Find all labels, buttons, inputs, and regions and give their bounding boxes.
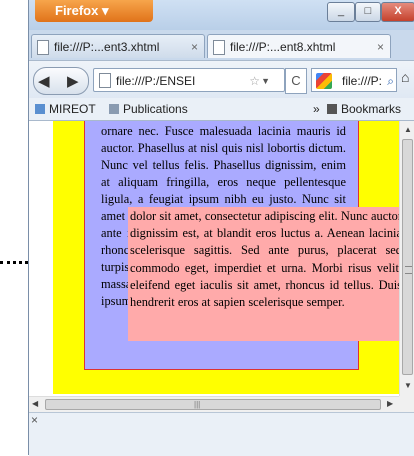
grip-icon	[405, 266, 412, 274]
title-bar: Firefox ▾ _ □ X	[29, 0, 414, 30]
bookmark-publications[interactable]: Publications	[109, 98, 188, 120]
vertical-scroll-thumb[interactable]	[402, 139, 413, 375]
scroll-right-icon[interactable]: ▶	[387, 399, 393, 408]
dropdown-arrow-icon[interactable]: ▼	[261, 69, 270, 91]
tab-close-icon[interactable]: ×	[191, 35, 198, 58]
search-engine-icon[interactable]	[316, 73, 332, 89]
search-icon[interactable]: ⌕	[387, 69, 394, 91]
close-window-button[interactable]: X	[381, 2, 414, 22]
minimize-button[interactable]: _	[327, 2, 355, 22]
reload-icon[interactable]: C	[285, 68, 307, 94]
grip-icon: |||	[194, 400, 201, 409]
horizontal-scroll-thumb[interactable]: |||	[45, 399, 381, 410]
scroll-left-icon[interactable]: ◀	[32, 399, 38, 408]
bookmark-icon	[109, 104, 119, 114]
vertical-scrollbar[interactable]: ▲ ▼	[399, 121, 414, 396]
tab-label: file:///P:...ent8.xhtml	[230, 40, 336, 54]
page-icon	[213, 40, 225, 55]
tab-label: file:///P:...ent3.xhtml	[54, 40, 160, 54]
bookmarks-toolbar: MIREOT Publications » Bookmarks	[29, 98, 414, 121]
tab-strip: file:///P:...ent3.xhtml × file:///P:...e…	[29, 30, 414, 84]
forward-arrow-icon[interactable]: ▶	[67, 72, 79, 90]
back-forward-group: ◀ ▶	[33, 67, 89, 95]
tab-1[interactable]: file:///P:...ent3.xhtml ×	[31, 34, 205, 58]
browser-window: Firefox ▾ _ □ X file:///P:...ent3.xhtml …	[28, 0, 414, 456]
page-icon	[37, 40, 49, 55]
horizontal-scrollbar[interactable]: ◀ ||| ▶	[29, 396, 399, 413]
scroll-up-icon[interactable]: ▲	[404, 125, 412, 134]
bookmarks-overflow[interactable]: »	[313, 98, 320, 120]
page-content: ornare nec. Fusce malesuada lacinia maur…	[29, 121, 414, 396]
scroll-down-icon[interactable]: ▼	[404, 381, 412, 390]
firefox-menu-button[interactable]: Firefox ▾	[35, 0, 153, 22]
tab-2[interactable]: file:///P:...ent8.xhtml ×	[207, 34, 391, 58]
search-text: file:///P:	[342, 74, 383, 88]
bookmark-mireot[interactable]: MIREOT	[35, 98, 96, 120]
close-icon[interactable]: ×	[31, 413, 38, 427]
pink-block-text: dolor sit amet, consectetur adipiscing e…	[130, 209, 402, 310]
star-icon[interactable]: ☆	[249, 69, 260, 91]
search-box[interactable]: file:///P: ⌕	[311, 68, 397, 92]
bookmark-icon	[35, 104, 45, 114]
url-text: file:///P:/ENSEI	[116, 74, 196, 88]
page-icon	[99, 73, 111, 88]
scroll-corner	[399, 396, 414, 412]
navigation-toolbar: ◀ ▶ file:///P:/ENSEI ☆ ▼ C file:///P: ⌕ …	[29, 60, 414, 99]
home-icon[interactable]: ⌂	[401, 69, 409, 85]
back-arrow-icon[interactable]: ◀	[38, 72, 50, 90]
maximize-button[interactable]: □	[355, 2, 381, 22]
addon-bar: ×	[29, 412, 414, 456]
tab-close-icon[interactable]: ×	[377, 35, 384, 58]
bookmarks-menu[interactable]: Bookmarks	[327, 98, 401, 120]
url-bar[interactable]: file:///P:/ENSEI ☆ ▼	[93, 68, 285, 92]
bookmarks-icon	[327, 104, 337, 114]
